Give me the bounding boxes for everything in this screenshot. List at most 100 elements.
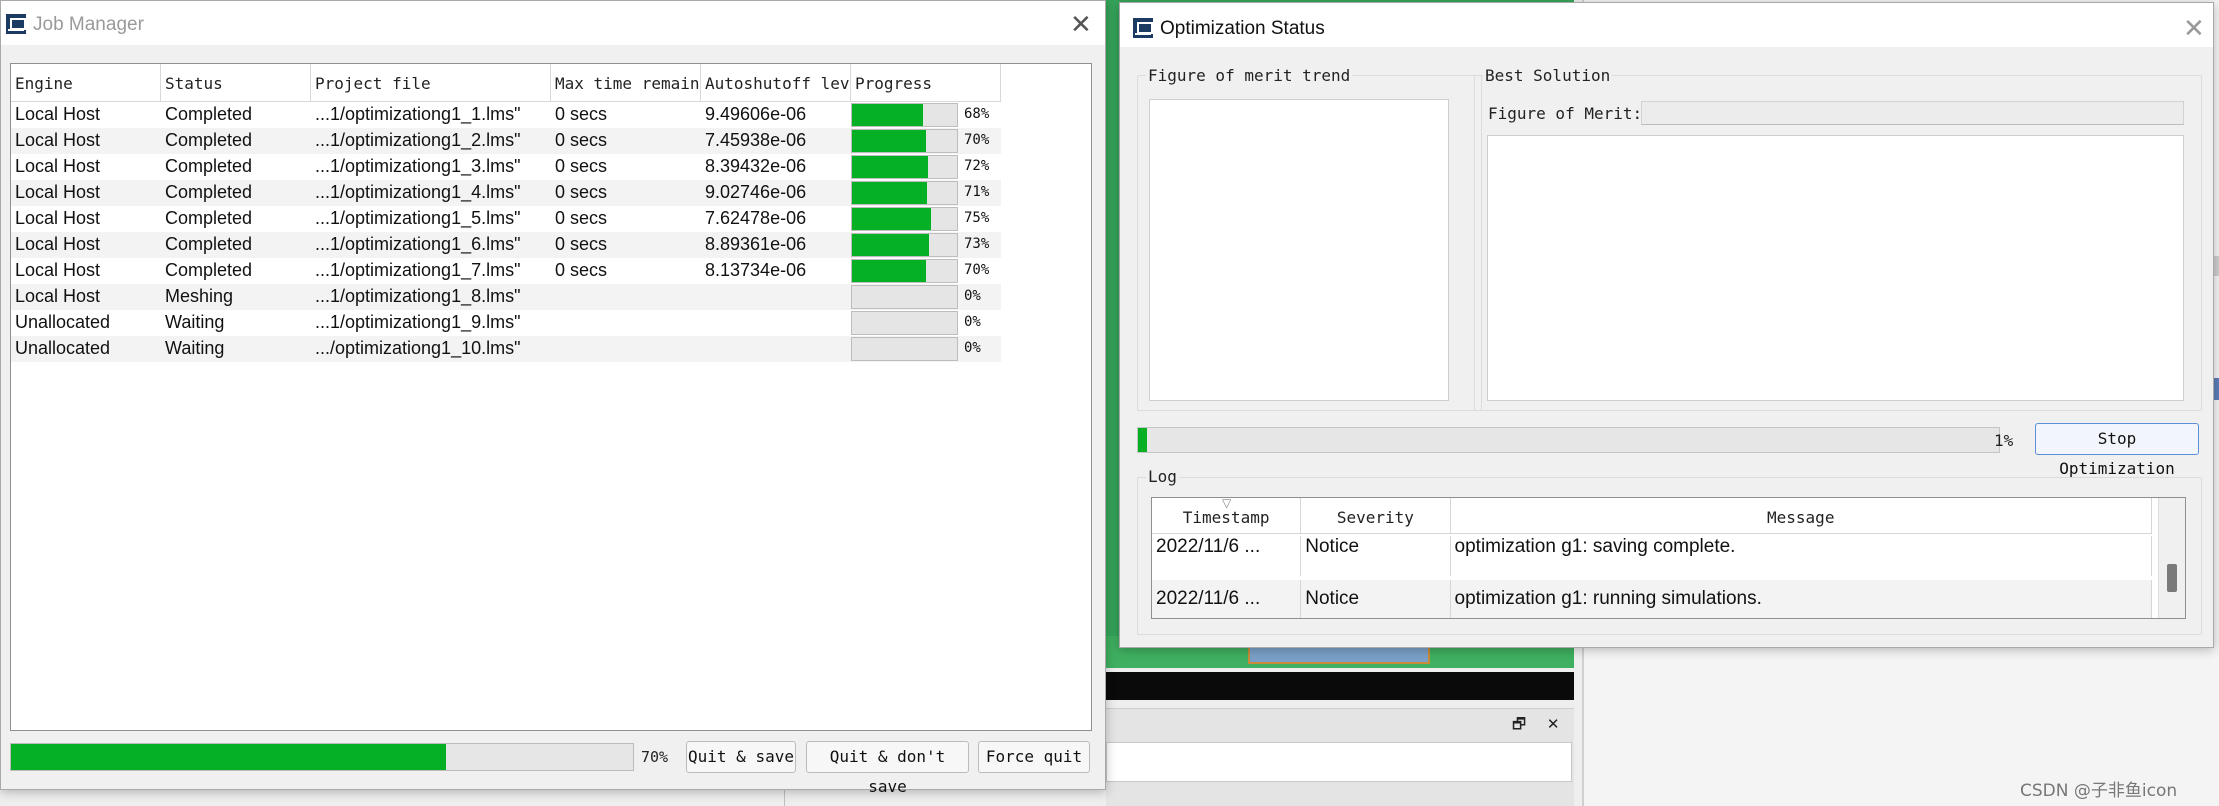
log-cell-timestamp: 2022/11/6 ...: [1152, 580, 1302, 618]
cell-status: Completed: [165, 130, 253, 150]
log-scrollbar-thumb[interactable]: [2167, 564, 2177, 592]
column-header-severity[interactable]: Severity: [1301, 498, 1451, 533]
row-progress-fill: [852, 130, 926, 152]
column-header-autoshutoff[interactable]: Autoshutoff leve: [701, 64, 851, 101]
table-row[interactable]: Local Host Completed ...1/optimizationg1_2…: [11, 128, 1001, 154]
background-dock-buttons[interactable]: 🗗 ✕: [1512, 714, 1567, 739]
cell-project-file: ...1/optimizationg1_7.lms": [315, 260, 521, 280]
table-row[interactable]: Local Host Completed ...1/optimizationg1_1…: [11, 102, 1001, 128]
row-progress-percent: 72%: [964, 158, 990, 174]
row-progress-fill: [852, 208, 931, 230]
cell-autoshutoff: [701, 336, 851, 362]
table-row[interactable]: Local Host Completed ...1/optimizationg1_7…: [11, 258, 1001, 284]
cell-max-time: 0 secs: [555, 156, 608, 176]
cell-max-time: 0 secs: [555, 104, 608, 124]
cell-project-file: ...1/optimizationg1_6.lms": [315, 234, 521, 254]
row-progress-percent: 0%: [964, 288, 981, 304]
cell-progress: [851, 180, 958, 206]
job-manager-window: Job Manager ✕ Engine Status Project file…: [0, 0, 1106, 796]
log-cell-timestamp: 2022/11/6 ...: [1152, 536, 1302, 576]
cell-progress: [851, 232, 958, 258]
sort-indicator-icon: ▽: [1222, 497, 1232, 510]
close-icon[interactable]: ✕: [1070, 12, 1092, 38]
best-solution-plot: [1487, 135, 2184, 401]
column-header-max-time[interactable]: Max time remaini: [551, 64, 701, 101]
cell-status: Waiting: [165, 312, 225, 332]
cell-max-time: [551, 310, 701, 336]
column-header-progress[interactable]: Progress: [851, 64, 1001, 101]
overall-progress-fill: [11, 744, 447, 770]
cell-engine: Local Host: [15, 260, 101, 280]
table-row[interactable]: Local Host Meshing ...1/optimizationg1_8.l…: [11, 284, 1001, 310]
overall-progress-percent: 70%: [641, 748, 669, 766]
window-title: Optimization Status: [1160, 18, 1325, 39]
log-row[interactable]: 2022/11/6 ... Notice optimization g1: runn…: [1152, 580, 2152, 618]
row-progress-fill: [852, 104, 924, 126]
app-icon: [1133, 18, 1153, 38]
cell-status: Meshing: [165, 286, 234, 306]
quit-and-save-button[interactable]: Quit & save: [686, 741, 796, 773]
row-progress-percent: 70%: [964, 262, 990, 278]
cell-autoshutoff: 8.89361e-06: [705, 234, 807, 254]
fom-value-field: [1641, 101, 2184, 125]
cell-status: Completed: [165, 104, 253, 124]
job-manager-titlebar[interactable]: Job Manager ✕: [1, 1, 1105, 45]
cell-progress: [851, 154, 958, 180]
row-progress-bar: [851, 129, 958, 153]
optimization-status-titlebar[interactable]: Optimization Status ✕: [1120, 3, 2213, 47]
cell-autoshutoff: [701, 284, 851, 310]
optimization-progress-bar: [1137, 427, 2000, 453]
table-row[interactable]: Unallocated Waiting .../optimizationg1_10.…: [11, 336, 1001, 362]
log-table-header: ▽ Timestamp Severity Message: [1152, 498, 2152, 534]
optimization-progress-percent: 1%: [1994, 431, 2014, 450]
column-header-timestamp[interactable]: ▽ Timestamp: [1152, 497, 1302, 533]
table-row[interactable]: Local Host Completed ...1/optimizationg1_4…: [11, 180, 1001, 206]
cell-progress: [851, 206, 958, 232]
column-header-message[interactable]: Message: [1451, 498, 2152, 533]
cell-project-file: ...1/optimizationg1_2.lms": [315, 130, 521, 150]
fom-trend-plot: [1149, 99, 1449, 401]
cell-max-time: 0 secs: [555, 208, 608, 228]
row-progress-bar: [851, 103, 958, 127]
log-cell-severity: Notice: [1301, 536, 1451, 576]
table-row[interactable]: Local Host Completed ...1/optimizationg1_6…: [11, 232, 1001, 258]
optimization-status-window: Optimization Status ✕ Figure of merit tr…: [1119, 2, 2214, 648]
quit-and-dont-save-button[interactable]: Quit & don't save: [806, 741, 969, 796]
row-progress-bar: [851, 311, 958, 335]
column-header-status[interactable]: Status: [161, 64, 311, 101]
cell-engine: Local Host: [15, 156, 101, 176]
cell-project-file: ...1/optimizationg1_1.lms": [315, 104, 521, 124]
cell-max-time: 0 secs: [555, 234, 608, 254]
background-dock-content: [1106, 742, 1572, 782]
log-scrollbar[interactable]: [2158, 498, 2185, 618]
fom-trend-title: Figure of merit trend: [1146, 66, 1353, 85]
cell-engine: Local Host: [15, 208, 101, 228]
row-progress-bar: [851, 285, 958, 309]
cell-engine: Unallocated: [15, 312, 111, 332]
row-progress-percent: 75%: [964, 210, 990, 226]
row-progress-percent: 0%: [964, 314, 981, 330]
close-icon[interactable]: ✕: [2183, 16, 2205, 42]
table-row[interactable]: Local Host Completed ...1/optimizationg1_5…: [11, 206, 1001, 232]
cell-max-time: 0 secs: [555, 260, 608, 280]
log-row[interactable]: 2022/11/6 ... Notice optimization g1: savi…: [1152, 536, 2152, 576]
stop-optimization-button[interactable]: Stop Optimization: [2035, 423, 2199, 478]
column-header-engine[interactable]: Engine: [11, 64, 161, 101]
log-cell-message: optimization g1: saving complete.: [1451, 536, 2152, 576]
log-cell-severity: Notice: [1301, 580, 1451, 618]
cell-project-file: ...1/optimizationg1_3.lms": [315, 156, 521, 176]
row-progress-percent: 70%: [964, 132, 990, 148]
force-quit-button[interactable]: Force quit: [978, 741, 1090, 773]
cell-progress: [851, 258, 958, 284]
table-row[interactable]: Unallocated Waiting ...1/optimizationg1_9.…: [11, 310, 1001, 336]
row-progress-percent: 71%: [964, 184, 990, 200]
cell-progress: [851, 128, 958, 154]
table-row[interactable]: Local Host Completed ...1/optimizationg1_3…: [11, 154, 1001, 180]
row-progress-bar: [851, 259, 958, 283]
job-table: Engine Status Project file Max time rema…: [10, 63, 1092, 731]
column-header-project-file[interactable]: Project file: [311, 64, 551, 101]
row-progress-bar: [851, 233, 958, 257]
cell-status: Completed: [165, 260, 253, 280]
log-cell-message: optimization g1: running simulations.: [1451, 580, 2152, 618]
cell-max-time: 0 secs: [555, 130, 608, 150]
